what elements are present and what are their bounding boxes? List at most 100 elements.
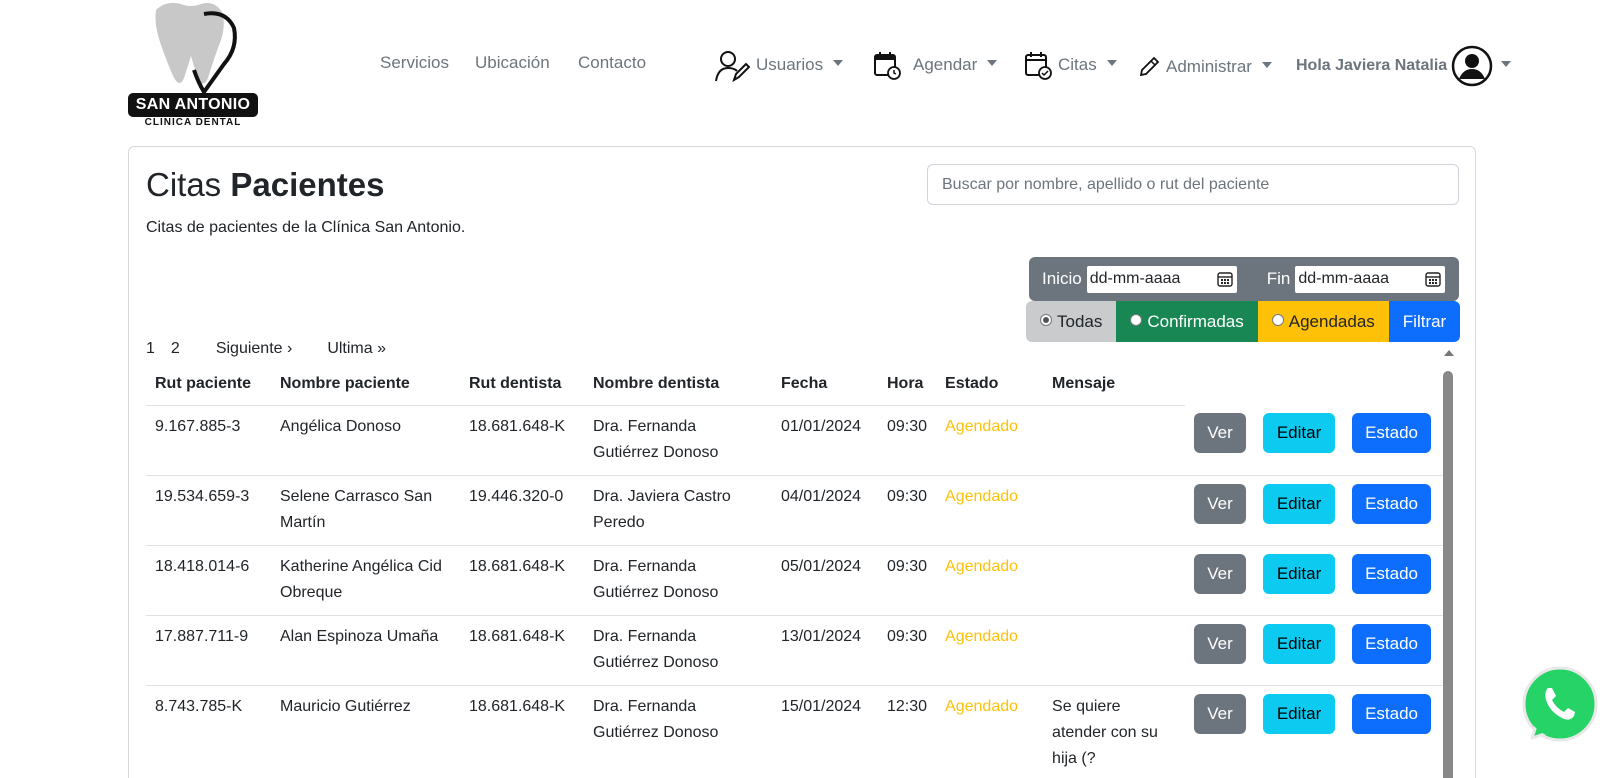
cell-mensaje (1043, 405, 1186, 476)
cell-nombre-dentista: Dra. Javiera Castro Peredo (584, 475, 772, 546)
chevron-down-icon (1261, 62, 1272, 68)
header-rut-dentista: Rut dentista (460, 367, 584, 406)
fin-date-placeholder: dd-mm-aaaa (1298, 270, 1390, 287)
scroll-up-arrow-icon[interactable] (1444, 350, 1454, 356)
row-actions: Ver Editar Estado (1185, 545, 1446, 616)
status-button[interactable]: Estado (1352, 693, 1432, 734)
cell-hora: 09:30 (878, 615, 937, 686)
cell-nombre-dentista: Dra. Fernanda Gutiérrez Donoso (584, 685, 772, 778)
table-row: 8.743.785-K Mauricio Gutiérrez 18.681.648-… (146, 685, 1446, 778)
cell-rut-paciente: 18.418.014-6 (146, 545, 271, 616)
cell-fecha: 05/01/2024 (772, 545, 878, 616)
header-rut-paciente: Rut paciente (146, 367, 271, 406)
calendar-icon (1216, 272, 1233, 287)
radio-agendadas-label: Agendadas (1288, 311, 1375, 331)
inicio-date-input[interactable]: dd-mm-aaaa (1086, 265, 1237, 293)
radio-agendadas[interactable]: Agendadas (1257, 301, 1389, 342)
user-menu-dropdown[interactable]: Hola Javiera Natalia (1296, 45, 1512, 87)
radio-confirmadas[interactable]: Confirmadas (1116, 301, 1258, 342)
nav-contacto[interactable]: Contacto (578, 53, 646, 73)
cell-rut-paciente: 17.887.711-9 (146, 615, 271, 686)
nav-servicios[interactable]: Servicios (380, 53, 449, 73)
radio-confirmadas-label: Confirmadas (1147, 311, 1244, 331)
cell-nombre-paciente: Angélica Donoso (271, 405, 460, 476)
row-actions: Ver Editar Estado (1185, 615, 1446, 686)
status-button[interactable]: Estado (1352, 483, 1432, 524)
cell-nombre-dentista: Dra. Fernanda Gutiérrez Donoso (584, 615, 772, 686)
cell-fecha: 01/01/2024 (772, 405, 878, 476)
calendar-icon (1425, 272, 1442, 287)
cell-nombre-dentista: Dra. Fernanda Gutiérrez Donoso (584, 545, 772, 616)
nav-agendar-label: Agendar (913, 55, 978, 74)
whatsapp-button[interactable] (1518, 664, 1600, 746)
scrollbar-thumb[interactable] (1443, 371, 1453, 778)
nav-citas-label: Citas (1058, 55, 1097, 74)
view-button[interactable]: Ver (1194, 623, 1247, 664)
user-edit-icon (715, 51, 750, 82)
inicio-date-placeholder: dd-mm-aaaa (1089, 270, 1181, 287)
view-button[interactable]: Ver (1194, 553, 1247, 594)
cell-fecha: 04/01/2024 (772, 475, 878, 546)
page-subtitle: Citas de pacientes de la Clínica San Ant… (146, 219, 466, 236)
page-last-link[interactable]: Ultima » (327, 340, 386, 358)
view-button[interactable]: Ver (1194, 483, 1247, 524)
fin-date-input[interactable]: dd-mm-aaaa (1295, 265, 1446, 293)
cell-nombre-dentista: Dra. Fernanda Gutiérrez Donoso (584, 405, 772, 476)
search-input[interactable] (927, 164, 1459, 205)
edit-button[interactable]: Editar (1263, 413, 1336, 453)
nav-administrar-dropdown[interactable]: Administrar (1138, 50, 1272, 84)
cell-hora: 12:30 (878, 685, 937, 778)
chevron-down-icon (1501, 61, 1512, 67)
view-button[interactable]: Ver (1194, 413, 1247, 453)
table-row: 17.887.711-9 Alan Espinoza Umaña 18.681.64… (146, 615, 1446, 686)
user-avatar-icon (1451, 45, 1493, 87)
cell-rut-paciente: 19.534.659-3 (146, 475, 271, 546)
edit-button[interactable]: Editar (1263, 693, 1336, 734)
cell-mensaje (1043, 615, 1186, 686)
radio-indicator-icon (1130, 313, 1143, 326)
radio-todas-label: Todas (1057, 311, 1103, 331)
status-button[interactable]: Estado (1352, 413, 1432, 453)
page-link-1[interactable]: 1 (146, 340, 155, 358)
cell-fecha: 13/01/2024 (772, 615, 878, 686)
header-actions (1185, 367, 1445, 405)
calendar-check-icon (1025, 52, 1052, 80)
page-next-link[interactable]: Siguiente › (216, 340, 293, 358)
appointments-table: Rut paciente Nombre paciente Rut dentist… (146, 367, 1446, 778)
cell-hora: 09:30 (878, 545, 937, 616)
edit-button[interactable]: Editar (1263, 483, 1336, 524)
row-actions: Ver Editar Estado (1185, 685, 1446, 778)
row-actions: Ver Editar Estado (1185, 405, 1446, 476)
cell-estado: Agendado (936, 545, 1044, 616)
nav-agendar-dropdown[interactable]: Agendar (873, 48, 998, 82)
nav-ubicacion[interactable]: Ubicación (475, 53, 550, 73)
nav-administrar-label: Administrar (1166, 57, 1252, 76)
cell-estado: Agendado (936, 475, 1044, 546)
view-button[interactable]: Ver (1194, 693, 1247, 734)
status-button[interactable]: Estado (1352, 553, 1432, 594)
header-nombre-dentista: Nombre dentista (584, 367, 772, 406)
edit-button[interactable]: Editar (1263, 553, 1336, 594)
radio-todas[interactable]: Todas (1026, 301, 1117, 342)
cell-rut-paciente: 9.167.885-3 (146, 405, 271, 476)
cell-rut-dentista: 18.681.648-K (460, 615, 584, 686)
page-title-light: Citas (146, 166, 222, 203)
filter-button[interactable]: Filtrar (1388, 301, 1461, 342)
logo-name: SAN ANTONIO (128, 93, 258, 117)
cell-nombre-paciente: Selene Carrasco San Martín (271, 475, 460, 546)
status-button[interactable]: Estado (1352, 623, 1432, 664)
edit-button[interactable]: Editar (1263, 623, 1336, 664)
cell-hora: 09:30 (878, 475, 937, 546)
nav-usuarios-dropdown[interactable]: Usuarios (714, 48, 844, 82)
nav-citas-dropdown[interactable]: Citas (1024, 48, 1117, 82)
calendar-clock-icon (874, 52, 901, 80)
tooth-logo-icon (155, 2, 237, 96)
radio-indicator-icon (1271, 313, 1284, 326)
cell-hora: 09:30 (878, 405, 937, 476)
page-link-2[interactable]: 2 (171, 340, 180, 358)
chevron-down-icon (833, 60, 844, 66)
whatsapp-icon (1522, 666, 1598, 742)
cell-rut-dentista: 19.446.320-0 (460, 475, 584, 546)
table-row: 9.167.885-3 Angélica Donoso 18.681.648-K Dr… (146, 405, 1446, 476)
cell-fecha: 15/01/2024 (772, 685, 878, 778)
